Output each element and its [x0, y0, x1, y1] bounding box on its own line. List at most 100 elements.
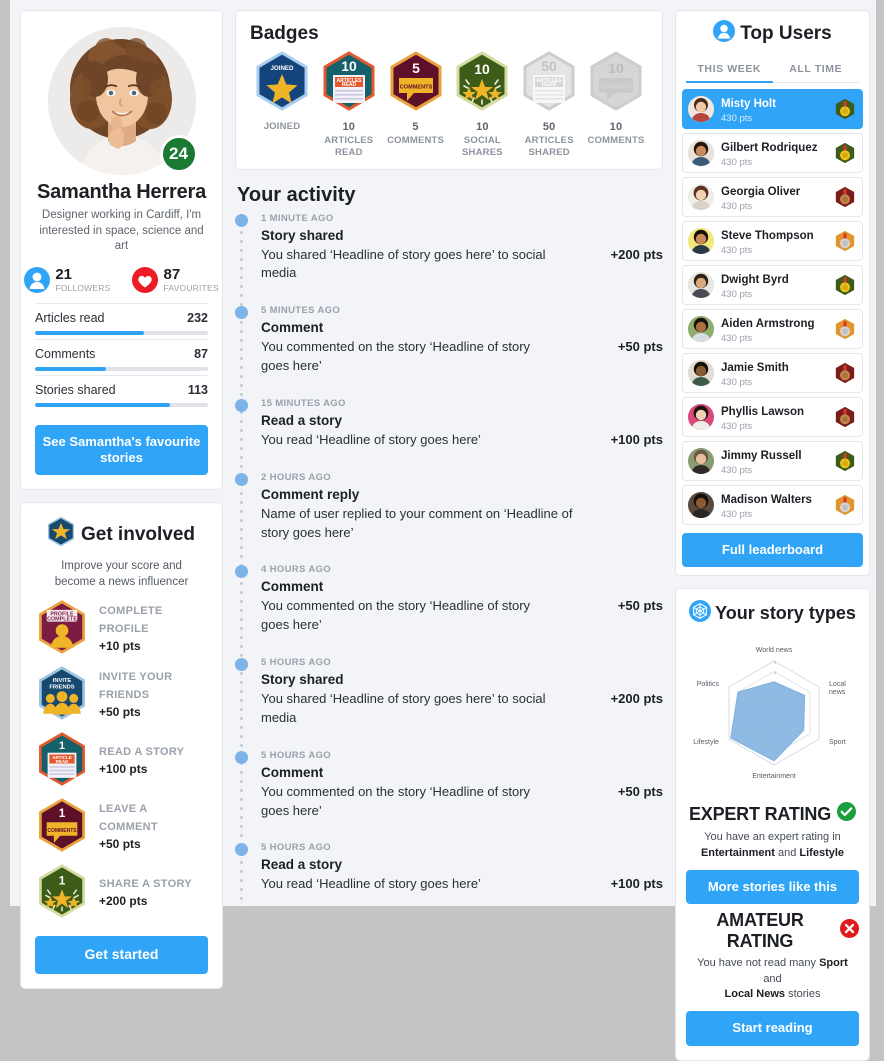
activity-item[interactable]: 1 MINUTE AGO Story shared You shared ‘He…: [235, 212, 663, 306]
top-user-row[interactable]: Jamie Smith 430 pts: [682, 353, 863, 393]
activity-time: 2 HOURS AGO: [261, 471, 332, 483]
activity-item[interactable]: 5 HOURS AGO Read a story You read ‘Headl…: [235, 842, 663, 928]
articles-shared-hex-icon: 50 ARTICLES READ: [519, 51, 579, 115]
avatar: [688, 140, 714, 166]
gold-medal-hex-icon: [834, 98, 856, 120]
activity-type: Comment reply: [261, 486, 360, 502]
get-involved-item[interactable]: 1 SHARE A STORY +200 pts: [35, 858, 208, 924]
svg-text:news: news: [829, 689, 846, 696]
top-user-row[interactable]: Steve Thompson 430 pts: [682, 221, 863, 261]
top-user-name: Gilbert Rodriquez: [721, 142, 818, 154]
svg-text:1: 1: [59, 875, 66, 888]
activity-item[interactable]: 15 MINUTES AGO Read a story You read ‘He…: [235, 398, 663, 472]
story-types-radar-chart: 012345World newsLocalnewsSportEntertainm…: [693, 647, 846, 780]
activity-time: 1 MINUTE AGO: [261, 212, 334, 224]
silver-medal-hex-icon: [834, 494, 856, 516]
activity-description: You shared ‘Headline of story goes here’…: [261, 691, 546, 725]
activity-timeline: 1 MINUTE AGO Story shared You shared ‘He…: [235, 213, 663, 929]
top-user-row[interactable]: Gilbert Rodriquez 430 pts: [682, 133, 863, 173]
expert-desc-mid: and: [777, 846, 797, 859]
badge-articles-read[interactable]: 10 ARTICLES READ 10 ARTICLES READ: [317, 51, 381, 159]
activity-time: 5 HOURS AGO: [261, 657, 332, 669]
top-user-row[interactable]: Jimmy Russell 430 pts: [682, 441, 863, 481]
activity-type: Read a story: [261, 857, 343, 873]
activity-item[interactable]: 5 HOURS AGO Comment You commented on the…: [235, 749, 663, 843]
badge-number: 10: [342, 121, 356, 133]
top-user-row[interactable]: Madison Walters 430 pts: [682, 485, 863, 525]
get-involved-item[interactable]: 1 ARTICLE READ READ A STORY +100 pts: [35, 726, 208, 792]
amateur-rating-description: You have not read many Sport and Local N…: [688, 956, 857, 1002]
profile-stats: 21 FOLLOWERS 87 FAVOURITES: [24, 266, 219, 293]
top-user-row[interactable]: Georgia Oliver 430 pts: [682, 177, 863, 217]
top-user-row[interactable]: Aiden Armstrong 430 pts: [682, 309, 863, 349]
expert-rating-heading: EXPERT RATING: [688, 803, 832, 824]
amateur-desc-after: stories: [788, 988, 821, 1001]
svg-text:4: 4: [774, 671, 777, 676]
badge-comments[interactable]: 5 COMMENTS 5 COMMENTS: [384, 51, 448, 159]
user-circle-icon: [713, 20, 736, 48]
badge-articles-shared-locked[interactable]: 50 ARTICLES READ 50 ARTICLES SHARED: [517, 51, 581, 159]
svg-text:10: 10: [608, 60, 624, 76]
activity-time: 5 MINUTES AGO: [261, 305, 341, 317]
see-favourite-stories-button[interactable]: See Samantha's favourite stories: [35, 424, 208, 476]
tab-all-time[interactable]: ALL TIME: [773, 56, 860, 83]
expert-rating-heading-row: EXPERT RATING: [686, 802, 859, 826]
activity-description: You commented on the story ‘Headline of …: [261, 783, 531, 818]
activity-item[interactable]: 2 HOURS AGO Comment reply Name of user r…: [235, 471, 663, 565]
get-involved-item-name: COMPLETE PROFILE: [99, 605, 163, 636]
activity-points: +100 pts: [610, 876, 663, 892]
top-user-name: Jamie Smith: [721, 362, 789, 374]
get-involved-item[interactable]: INVITE FRIENDS INVITE YOUR FRIENDS +50 p…: [35, 660, 208, 726]
full-leaderboard-button[interactable]: Full leaderboard: [682, 533, 863, 568]
activity-type: Story shared: [261, 672, 344, 688]
svg-text:Entertainment: Entertainment: [752, 773, 796, 780]
activity-item[interactable]: 5 HOURS AGO Story shared You shared ‘Hea…: [235, 657, 663, 750]
progress-track: [35, 330, 208, 335]
avatar: [688, 272, 714, 298]
svg-text:COMPLETE: COMPLETE: [47, 617, 77, 623]
story-types-card: Your story types 012345World newsLocalne…: [675, 588, 870, 1061]
badge-social-shares[interactable]: 10 10 SOCIAL SHARES: [450, 51, 514, 159]
comments-hex-icon: 5 COMMENTS: [386, 51, 446, 115]
top-user-name: Georgia Oliver: [721, 186, 801, 198]
top-users-card: Top Users THIS WEEK ALL TIME Misty Holt …: [675, 10, 870, 577]
badge-caption: JOINED: [263, 121, 301, 132]
user-icon: [24, 266, 51, 293]
activity-time: 5 HOURS AGO: [261, 749, 332, 761]
get-involved-card: Get involved Improve your score and beco…: [20, 502, 223, 989]
get-involved-item-name: READ A STORY: [99, 746, 185, 759]
svg-text:READ: READ: [542, 82, 557, 88]
top-user-row[interactable]: Dwight Byrd 430 pts: [682, 265, 863, 305]
get-involved-item[interactable]: 1 COMMENTS LEAVE A COMMENT +50 pts: [35, 792, 208, 858]
start-reading-button[interactable]: Start reading: [686, 1011, 859, 1046]
svg-text:Local: Local: [829, 681, 846, 688]
get-involved-item-points: +50 pts: [99, 705, 141, 720]
badge-joined[interactable]: JOINED JOINED: [250, 51, 314, 159]
get-involved-item[interactable]: PROFILE COMPLETE COMPLETE PROFILE +10 pt…: [35, 594, 208, 660]
get-started-button[interactable]: Get started: [35, 936, 208, 974]
activity-item[interactable]: 4 HOURS AGO Comment You commented on the…: [235, 564, 663, 657]
middle-column: Badges JOINED JOINED 10 ARTICLES READ 10…: [235, 10, 663, 929]
joined-star-hex-icon: JOINED: [252, 51, 312, 115]
activity-description: Name of user replied to your comment on …: [261, 505, 573, 540]
tab-this-week[interactable]: THIS WEEK: [686, 56, 773, 83]
progress-label: Stories shared: [35, 382, 116, 397]
top-users-title: Top Users: [740, 23, 832, 44]
activity-item[interactable]: 5 MINUTES AGO Comment You commented on t…: [235, 305, 663, 398]
profile-name: Samantha Herrera: [36, 181, 207, 203]
avatar: [688, 96, 714, 122]
top-user-points: 430 pts: [721, 201, 753, 212]
badge-comments-locked[interactable]: 10 COMMENTS 10 COMMENTS: [584, 51, 648, 159]
articles-read-hex-icon: 10 ARTICLES READ: [319, 51, 379, 115]
badges-card: Badges JOINED JOINED 10 ARTICLES READ 10…: [235, 10, 663, 170]
expert-desc-before: You have an expert rating in: [704, 831, 841, 844]
top-user-row[interactable]: Phyllis Lawson 430 pts: [682, 397, 863, 437]
svg-text:COMMENTS: COMMENTS: [47, 828, 77, 834]
share-story-hex-icon: 1: [35, 864, 89, 918]
amateur-rating-heading-row: AMATEUR RATING: [686, 910, 859, 952]
more-stories-like-this-button[interactable]: More stories like this: [686, 870, 859, 905]
level-badge: 24: [159, 135, 198, 173]
favourites-stat: 87 FAVOURITES: [132, 266, 219, 293]
top-user-row[interactable]: Misty Holt 430 pts: [682, 89, 863, 129]
invite-friends-hex-icon: INVITE FRIENDS: [35, 666, 89, 720]
